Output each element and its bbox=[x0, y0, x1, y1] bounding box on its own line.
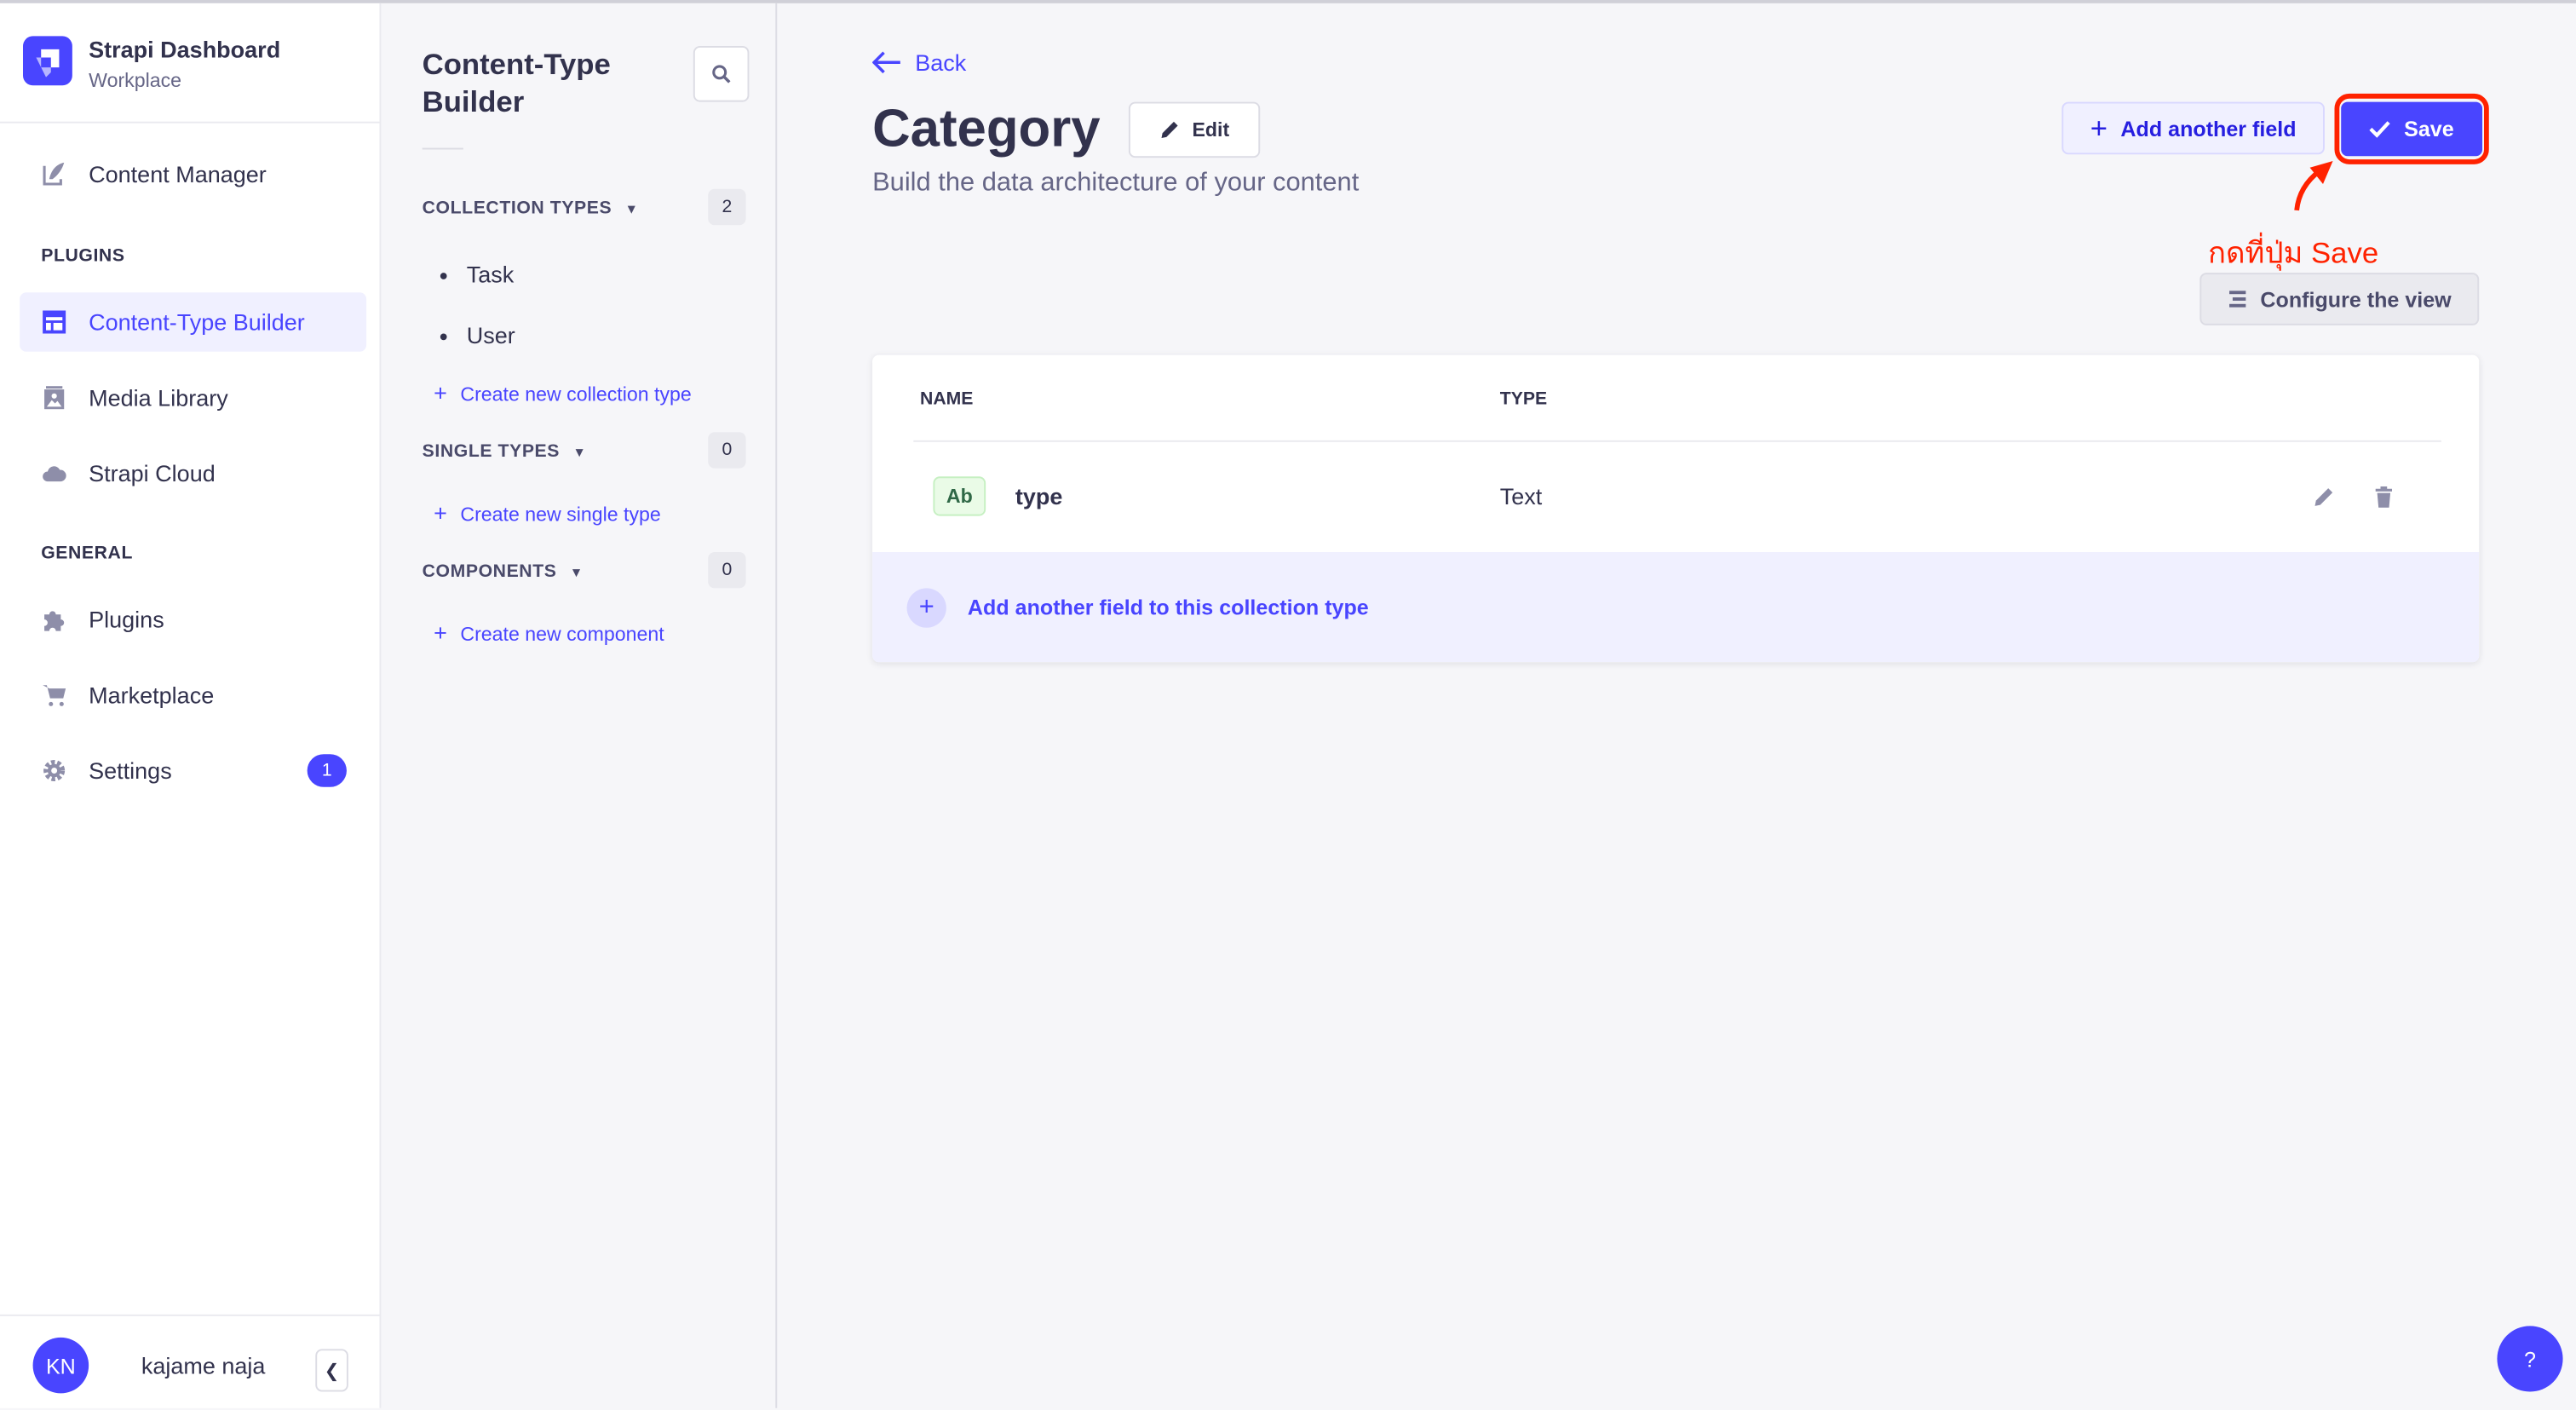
collection-types-count: 2 bbox=[708, 188, 746, 226]
edit-button[interactable]: Edit bbox=[1128, 101, 1261, 158]
annotation-arrow-icon bbox=[2294, 160, 2333, 211]
arrow-left-icon bbox=[872, 51, 900, 74]
add-field-to-collection-button[interactable]: + Add another field to this collection t… bbox=[872, 551, 2480, 663]
layout-icon bbox=[39, 308, 69, 337]
group-label: COMPONENTS bbox=[422, 561, 557, 582]
nav-item-plugins[interactable]: Plugins bbox=[20, 590, 366, 648]
components-toggle[interactable]: COMPONENTS ▼ bbox=[423, 562, 584, 582]
nav-label: Settings bbox=[89, 757, 172, 784]
collection-type-item[interactable]: Task bbox=[440, 262, 515, 288]
nav-item-content-type-builder[interactable]: Content-Type Builder bbox=[20, 292, 367, 352]
list-icon bbox=[2228, 291, 2246, 308]
strapi-logo-icon bbox=[22, 36, 72, 86]
user-footer: KN kajame naja ❮ bbox=[0, 1314, 380, 1410]
user-name[interactable]: kajame naja bbox=[141, 1352, 266, 1378]
link-label: Create new component bbox=[460, 622, 664, 646]
content-type-subnav: Content-Type Builder COLLECTION TYPES ▼ 2… bbox=[381, 3, 778, 1408]
column-header-name: NAME bbox=[919, 389, 974, 410]
button-label: Add another field to this collection typ… bbox=[967, 595, 1369, 620]
brand-title: Strapi Dashboard bbox=[89, 36, 281, 63]
back-link[interactable]: Back bbox=[872, 49, 966, 76]
single-types-count: 0 bbox=[708, 432, 746, 469]
create-component-link[interactable]: + Create new component bbox=[434, 619, 664, 646]
brand-header: Strapi Dashboard Workplace bbox=[0, 3, 380, 124]
brand-subtitle: Workplace bbox=[89, 68, 182, 92]
chevron-left-icon: ❮ bbox=[324, 1361, 340, 1381]
configure-view-button[interactable]: Configure the view bbox=[2199, 273, 2480, 325]
divider bbox=[913, 440, 2441, 442]
strapi-app: Strapi Dashboard Workplace Content Manag… bbox=[0, 0, 2576, 1408]
field-name: type bbox=[1015, 482, 1063, 509]
text-field-type-icon: Ab bbox=[933, 476, 986, 516]
help-button[interactable]: ? bbox=[2497, 1326, 2563, 1392]
settings-badge: 1 bbox=[307, 754, 347, 787]
section-plugins: PLUGINS bbox=[41, 246, 125, 267]
trash-icon bbox=[2375, 485, 2392, 507]
nav-label: Strapi Cloud bbox=[89, 459, 216, 486]
create-collection-type-link[interactable]: + Create new collection type bbox=[434, 379, 692, 406]
plus-icon: + bbox=[2090, 111, 2107, 144]
section-general: GENERAL bbox=[41, 544, 134, 564]
main-nav: Strapi Dashboard Workplace Content Manag… bbox=[0, 3, 382, 1410]
page-title: Category bbox=[872, 98, 1101, 158]
group-label: SINGLE TYPES bbox=[422, 441, 561, 462]
avatar[interactable]: KN bbox=[32, 1337, 89, 1394]
divider bbox=[422, 147, 463, 150]
gear-icon bbox=[39, 756, 69, 786]
nav-label: Content Manager bbox=[89, 160, 267, 187]
nav-item-media-library[interactable]: Media Library bbox=[20, 368, 366, 427]
nav-label: Marketplace bbox=[89, 682, 215, 709]
annotation-text: กดที่ปุ่ม Save bbox=[2207, 236, 2379, 270]
edit-field-button[interactable] bbox=[2310, 483, 2337, 509]
pencil-icon bbox=[1160, 121, 1177, 138]
feather-icon bbox=[39, 159, 69, 189]
create-single-type-link[interactable]: + Create new single type bbox=[434, 499, 661, 526]
button-label: Save bbox=[2404, 116, 2454, 141]
nav-item-strapi-cloud[interactable]: Strapi Cloud bbox=[20, 444, 366, 503]
subnav-title: Content-Type Builder bbox=[422, 47, 611, 118]
field-type: Text bbox=[1499, 482, 1543, 509]
plus-icon: + bbox=[434, 499, 447, 527]
image-icon bbox=[39, 383, 69, 412]
cart-icon bbox=[39, 680, 69, 710]
caret-down-icon: ▼ bbox=[624, 201, 639, 216]
components-count: 0 bbox=[708, 551, 746, 589]
collection-types-toggle[interactable]: COLLECTION TYPES ▼ bbox=[423, 199, 639, 218]
page-subtitle: Build the data architecture of your cont… bbox=[872, 169, 1360, 198]
edit-label: Edit bbox=[1192, 118, 1230, 141]
fields-table: NAME TYPE Ab type Text + Add another fie… bbox=[872, 354, 2480, 663]
pencil-icon bbox=[2314, 487, 2332, 505]
caret-down-icon: ▼ bbox=[572, 444, 587, 460]
plus-icon: + bbox=[434, 379, 447, 406]
collapse-nav-button[interactable]: ❮ bbox=[315, 1349, 348, 1392]
button-label: Configure the view bbox=[2260, 286, 2452, 312]
save-button[interactable]: Save bbox=[2341, 101, 2483, 157]
link-label: Create new single type bbox=[460, 503, 661, 527]
search-icon bbox=[712, 65, 731, 83]
link-label: Create new collection type bbox=[460, 383, 692, 406]
plus-icon: + bbox=[434, 619, 447, 646]
nav-label: Content-Type Builder bbox=[89, 308, 305, 336]
nav-label: Media Library bbox=[89, 384, 228, 411]
caret-down-icon: ▼ bbox=[569, 564, 584, 579]
puzzle-icon bbox=[39, 605, 69, 635]
search-button[interactable] bbox=[693, 45, 750, 102]
delete-field-button[interactable] bbox=[2371, 483, 2397, 509]
add-another-field-button[interactable]: + Add another field bbox=[2061, 101, 2325, 155]
nav-item-settings[interactable]: Settings 1 bbox=[20, 741, 366, 800]
button-label: Add another field bbox=[2120, 115, 2297, 141]
cloud-icon bbox=[39, 458, 69, 488]
plus-circle-icon: + bbox=[906, 587, 946, 627]
group-label: COLLECTION TYPES bbox=[422, 199, 612, 219]
back-label: Back bbox=[915, 49, 967, 76]
single-types-toggle[interactable]: SINGLE TYPES ▼ bbox=[423, 442, 587, 462]
nav-item-content-manager[interactable]: Content Manager bbox=[20, 145, 366, 204]
nav-item-marketplace[interactable]: Marketplace bbox=[20, 665, 366, 724]
collection-type-item[interactable]: User bbox=[440, 322, 515, 348]
nav-label: Plugins bbox=[89, 606, 164, 633]
check-icon bbox=[2370, 121, 2391, 138]
column-header-type: TYPE bbox=[1499, 389, 1548, 410]
